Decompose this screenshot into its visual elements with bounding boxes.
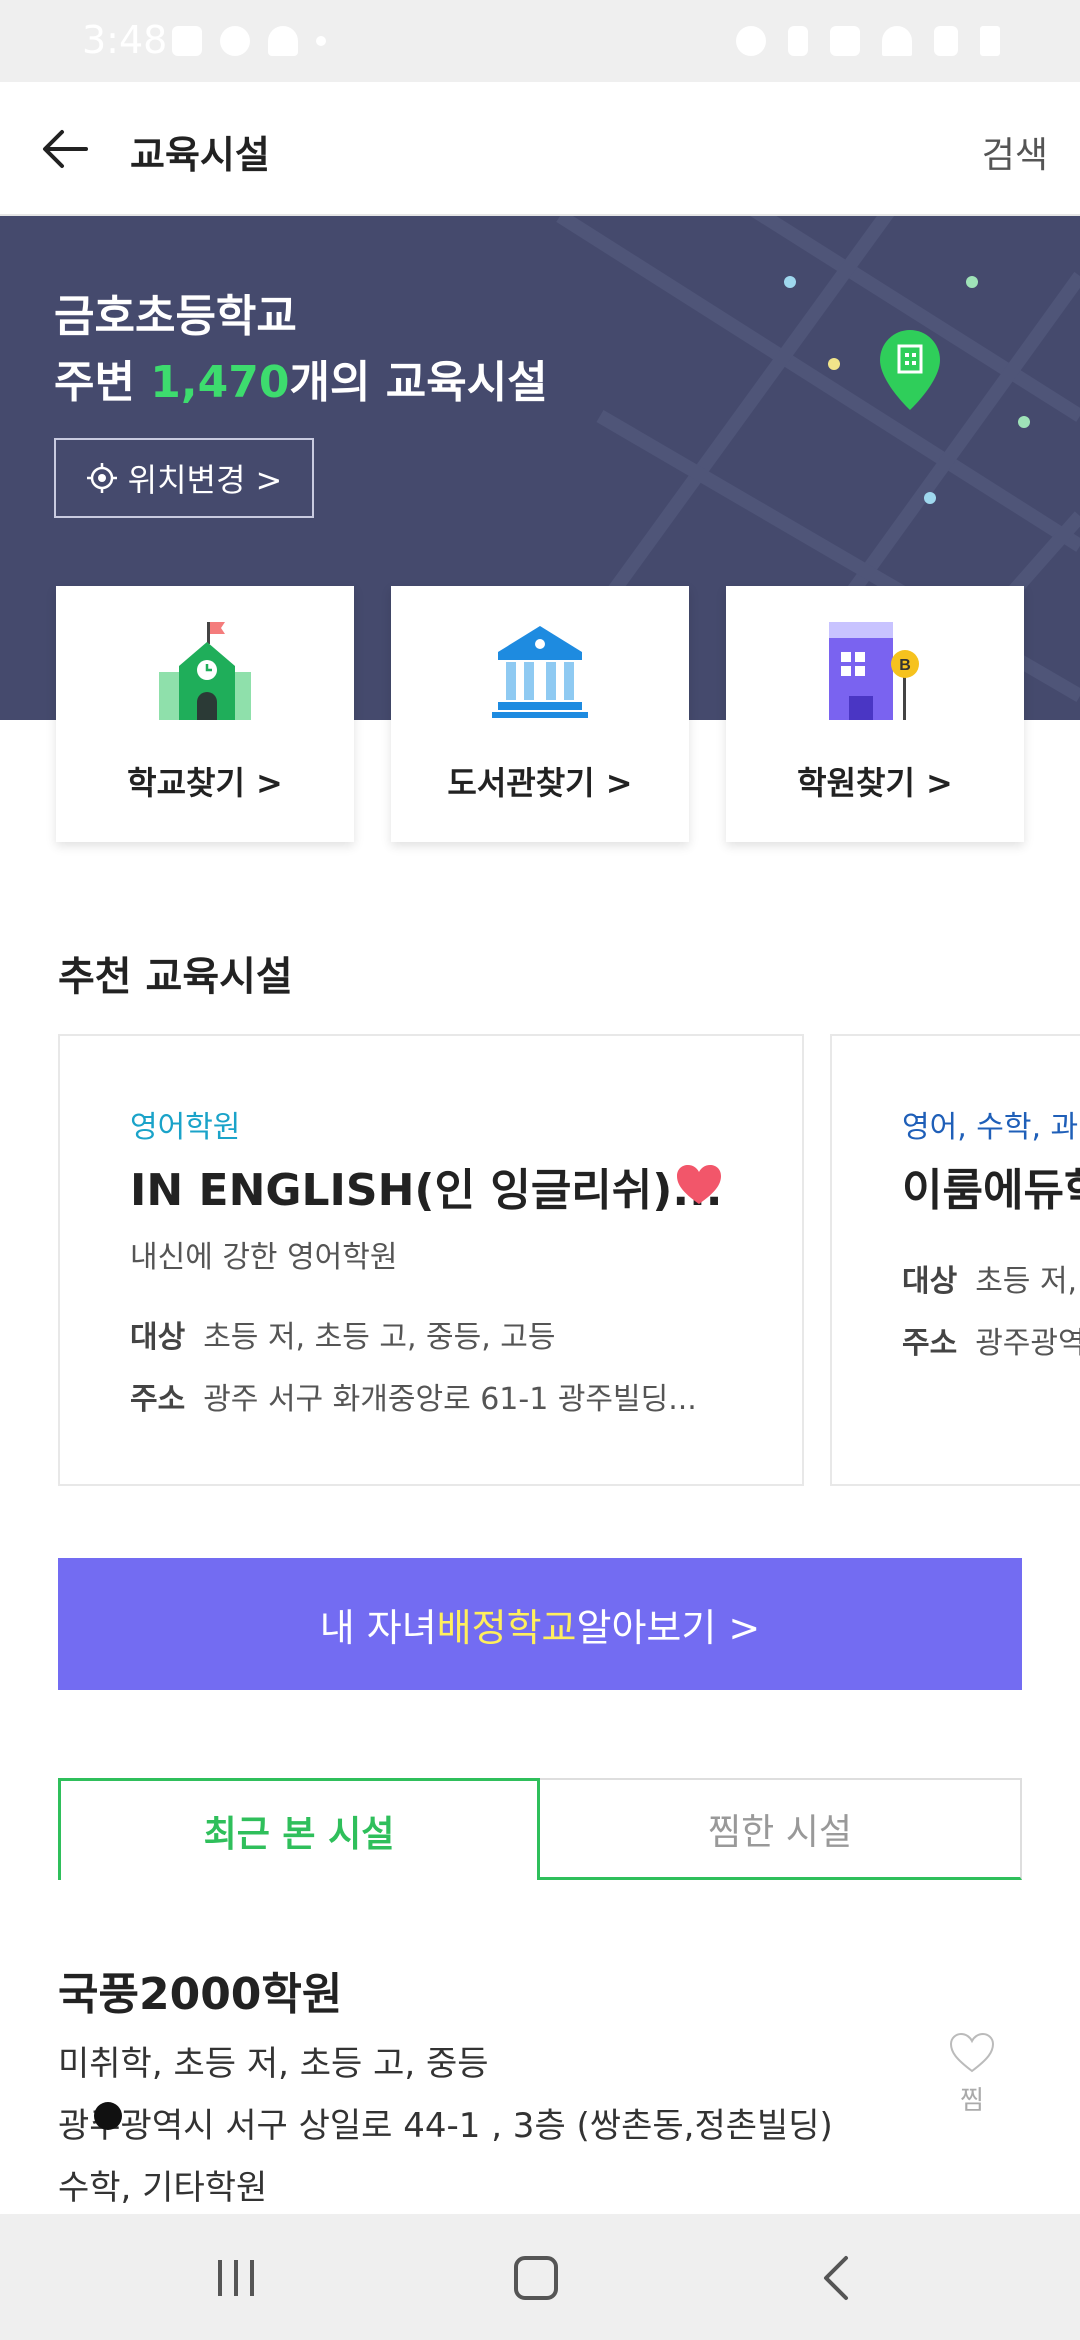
back-nav-icon[interactable] (808, 2250, 868, 2306)
school-icon (159, 622, 251, 720)
facility-count-line: 주변 1,470개의 교육시설 (54, 350, 548, 416)
academy-icon: B (829, 622, 919, 720)
bluetooth-icon (788, 26, 808, 56)
heart-icon[interactable] (676, 1164, 722, 1206)
weather-icon (268, 26, 298, 56)
alarm-icon (736, 26, 766, 56)
back-arrow-icon[interactable] (36, 118, 98, 180)
banner-highlight: 배정학교 (436, 1605, 577, 1650)
hero-title: 금호초등학교 주변 1,470개의 교육시설 (54, 284, 548, 416)
app-bar: 교육시설 검색 (0, 82, 1080, 216)
address-value: 광주광역 (975, 1326, 1080, 1361)
recent-item-name[interactable]: 국풍2000학원 (58, 1958, 342, 2022)
target-label: 대상 (902, 1264, 958, 1299)
find-academy-label: 학원찾기 > (797, 764, 953, 802)
recommended-card[interactable]: 영어학원 IN ENGLISH(인 잉글리쉬)... 내신에 강한 영어학원 대… (58, 1034, 804, 1486)
find-academy-card[interactable]: B 학원찾기 > (726, 586, 1024, 842)
banner-suffix: 알아보기 > (576, 1605, 761, 1650)
recommended-card[interactable]: 영어, 수학, 과 이룸에듀학 대상 초등 저, 주소 광주광역 (830, 1034, 1080, 1486)
change-location-button[interactable]: 위치변경 > (54, 438, 314, 518)
mute-icon (830, 26, 860, 56)
address-label: 주소 (130, 1382, 186, 1417)
signal-icon (934, 26, 958, 56)
recent-apps-icon[interactable] (206, 2250, 266, 2306)
system-icons (736, 26, 1000, 56)
address-label: 주소 (902, 1326, 958, 1361)
status-bar: 3:48 (0, 0, 1080, 82)
card-category: 영어, 수학, 과 (902, 1110, 1079, 1145)
facility-count: 1,470 (150, 357, 290, 408)
target-icon (86, 463, 117, 493)
school-name: 금호초등학교 (54, 291, 297, 342)
card-target-row: 대상 초등 저, (902, 1256, 1077, 1300)
more-notifications-dot (316, 36, 326, 46)
facility-tabs: 최근 본 시설 찜한 시설 (58, 1778, 1022, 1880)
card-description: 내신에 강한 영어학원 (130, 1240, 398, 1275)
touch-indicator (94, 2102, 122, 2130)
search-button[interactable]: 검색 (982, 126, 1048, 178)
card-target-row: 대상 초등 저, 초등 고, 중등, 고등 (130, 1312, 556, 1356)
svg-text:B: B (899, 657, 911, 674)
assigned-school-banner[interactable]: 내 자녀 배정학교 알아보기 > (58, 1558, 1022, 1690)
heart-outline-icon (949, 2032, 995, 2073)
page-title: 교육시설 (130, 133, 270, 177)
card-address-row: 주소 광주 서구 화개중앙로 61-1 광주빌딩... (130, 1374, 697, 1418)
find-library-card[interactable]: 도서관찾기 > (391, 586, 689, 842)
pinwheel-icon (220, 26, 250, 56)
target-label: 대상 (130, 1320, 186, 1355)
count-suffix: 개의 교육시설 (289, 357, 548, 408)
status-time: 3:48 (82, 18, 168, 62)
bookmark-label: 찜 (960, 2086, 984, 2116)
recommended-title: 추천 교육시설 (58, 954, 293, 1000)
card-address-row: 주소 광주광역 (902, 1318, 1080, 1362)
recent-item-targets: 미취학, 초등 저, 초등 고, 중등 (58, 2044, 489, 2084)
change-location-label: 위치변경 > (127, 461, 283, 499)
banner-prefix: 내 자녀 (319, 1605, 437, 1650)
wifi-icon (882, 26, 912, 56)
find-school-label: 학교찾기 > (127, 764, 283, 802)
battery-icon (980, 26, 1000, 56)
recent-item-address: 광주광역시 서구 상일로 44-1 , 3층 (쌍촌동,정촌빌딩) (58, 2106, 833, 2146)
card-category: 영어학원 (130, 1110, 241, 1145)
find-library-label: 도서관찾기 > (447, 764, 633, 802)
system-nav-bar (0, 2214, 1080, 2340)
target-value: 초등 저, 초등 고, 중등, 고등 (203, 1320, 556, 1355)
bookmark-button[interactable]: 찜 (942, 2032, 1002, 2117)
target-value: 초등 저, (975, 1264, 1078, 1299)
count-prefix: 주변 (54, 357, 151, 408)
notification-icons (172, 26, 326, 56)
tab-recent[interactable]: 최근 본 시설 (58, 1778, 540, 1880)
address-value: 광주 서구 화개중앙로 61-1 광주빌딩... (203, 1382, 697, 1417)
home-icon[interactable] (506, 2250, 566, 2306)
gallery-icon (172, 26, 202, 56)
recent-item-subjects: 수학, 기타학원 (58, 2168, 268, 2208)
building-pin-icon (880, 330, 940, 410)
card-name: 이룸에듀학 (902, 1165, 1080, 1216)
card-name: IN ENGLISH(인 잉글리쉬)... (130, 1165, 723, 1216)
library-icon (492, 626, 588, 718)
find-school-card[interactable]: 학교찾기 > (56, 586, 354, 842)
tab-favorites[interactable]: 찜한 시설 (540, 1778, 1022, 1880)
